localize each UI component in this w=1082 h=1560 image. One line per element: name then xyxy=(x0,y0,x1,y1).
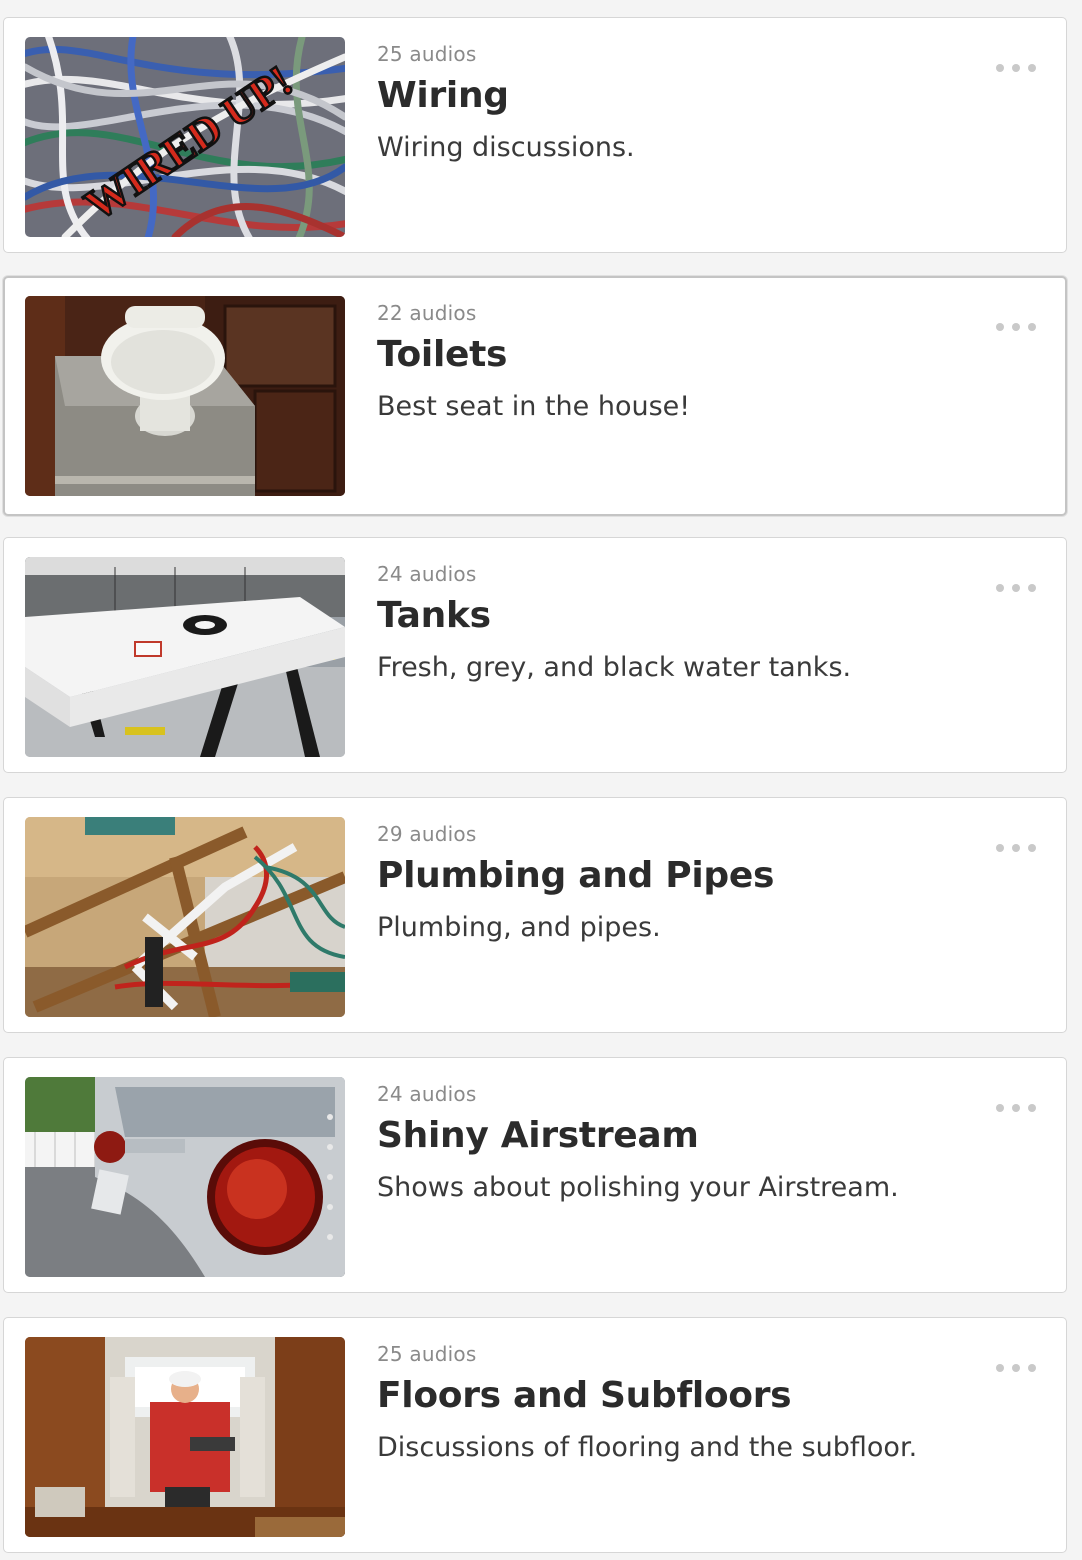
audio-count: 25 audios xyxy=(377,42,477,66)
playlist-thumbnail[interactable] xyxy=(25,817,345,1017)
playlist-card-toilets[interactable]: 22 audios Toilets Best seat in the house… xyxy=(3,276,1067,516)
playlist-card-shiny-airstream[interactable]: 24 audios Shiny Airstream Shows about po… xyxy=(3,1057,1067,1293)
toilet-image xyxy=(25,296,345,496)
playlist-thumbnail[interactable] xyxy=(25,296,345,496)
more-options-icon[interactable] xyxy=(996,56,1036,80)
playlist-card-plumbing-and-pipes[interactable]: 29 audios Plumbing and Pipes Plumbing, a… xyxy=(3,797,1067,1033)
audio-count: 22 audios xyxy=(377,301,477,325)
more-options-icon[interactable] xyxy=(996,315,1036,339)
playlist-thumbnail[interactable]: WIRED UP! xyxy=(25,37,345,237)
playlist-title[interactable]: Wiring xyxy=(377,74,976,118)
playlist-title[interactable]: Plumbing and Pipes xyxy=(377,854,976,898)
audio-count: 29 audios xyxy=(377,822,477,846)
playlist-description: Best seat in the house! xyxy=(377,391,691,422)
more-options-icon[interactable] xyxy=(996,1356,1036,1380)
airstream-image xyxy=(25,1077,345,1277)
more-options-icon[interactable] xyxy=(996,836,1036,860)
playlist-title[interactable]: Tanks xyxy=(377,594,976,638)
playlist-thumbnail[interactable] xyxy=(25,1077,345,1277)
more-options-icon[interactable] xyxy=(996,576,1036,600)
playlist-description: Wiring discussions. xyxy=(377,132,635,163)
playlist-card-wiring[interactable]: WIRED UP! 25 audios Wiring Wiring discus… xyxy=(3,17,1067,253)
wires-image: WIRED UP! xyxy=(25,37,345,237)
more-options-icon[interactable] xyxy=(996,1096,1036,1120)
playlist-title[interactable]: Toilets xyxy=(377,333,975,377)
playlist-description: Fresh, grey, and black water tanks. xyxy=(377,652,852,683)
playlist-description: Shows about polishing your Airstream. xyxy=(377,1172,899,1203)
playlist-title[interactable]: Floors and Subfloors xyxy=(377,1374,976,1418)
tank-image xyxy=(25,557,345,757)
floors-image xyxy=(25,1337,345,1537)
playlist-card-floors-and-subfloors[interactable]: 25 audios Floors and Subfloors Discussio… xyxy=(3,1317,1067,1553)
audio-count: 24 audios xyxy=(377,1082,477,1106)
plumbing-image xyxy=(25,817,345,1017)
playlist-thumbnail[interactable] xyxy=(25,557,345,757)
playlist-card-tanks[interactable]: 24 audios Tanks Fresh, grey, and black w… xyxy=(3,537,1067,773)
playlist-description: Discussions of flooring and the subfloor… xyxy=(377,1432,918,1463)
playlist-thumbnail[interactable] xyxy=(25,1337,345,1537)
playlist-description: Plumbing, and pipes. xyxy=(377,912,661,943)
playlist-title[interactable]: Shiny Airstream xyxy=(377,1114,976,1158)
audio-count: 25 audios xyxy=(377,1342,477,1366)
audio-count: 24 audios xyxy=(377,562,477,586)
